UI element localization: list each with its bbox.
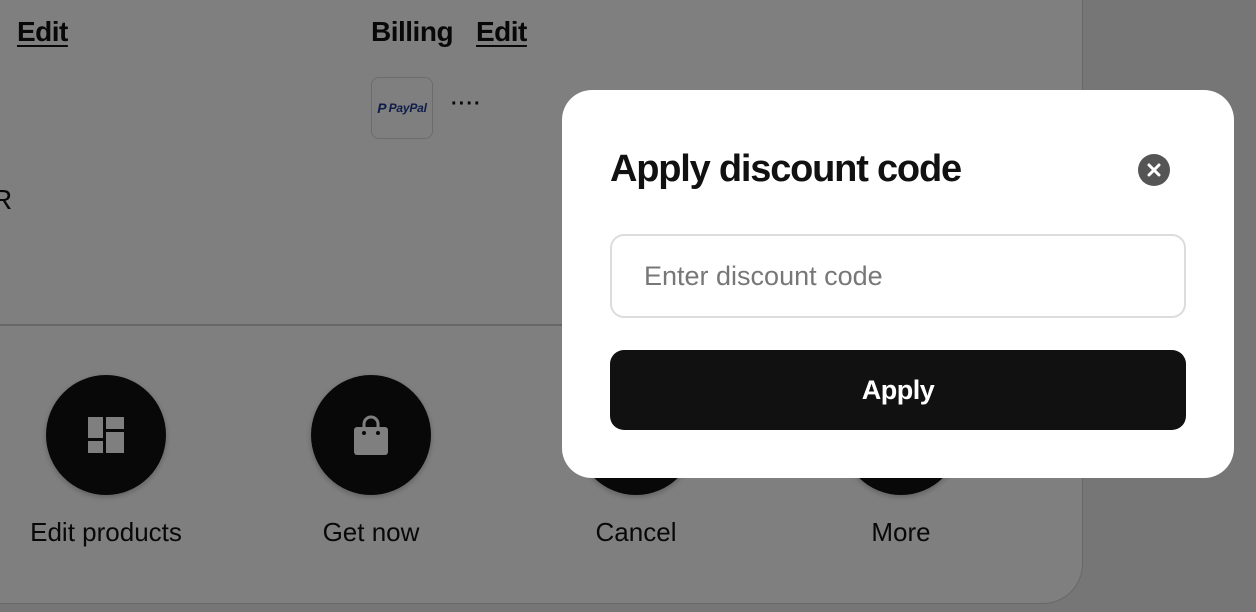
discount-code-input[interactable] — [610, 234, 1186, 318]
apply-button[interactable]: Apply — [610, 350, 1186, 430]
discount-code-dialog: Apply discount code Apply — [562, 90, 1234, 478]
close-button[interactable] — [1138, 154, 1170, 186]
page: Edit Billing Edit P PayPal ···· R Edit p… — [0, 0, 1256, 612]
close-icon — [1147, 163, 1161, 177]
dialog-title: Apply discount code — [610, 148, 962, 190]
